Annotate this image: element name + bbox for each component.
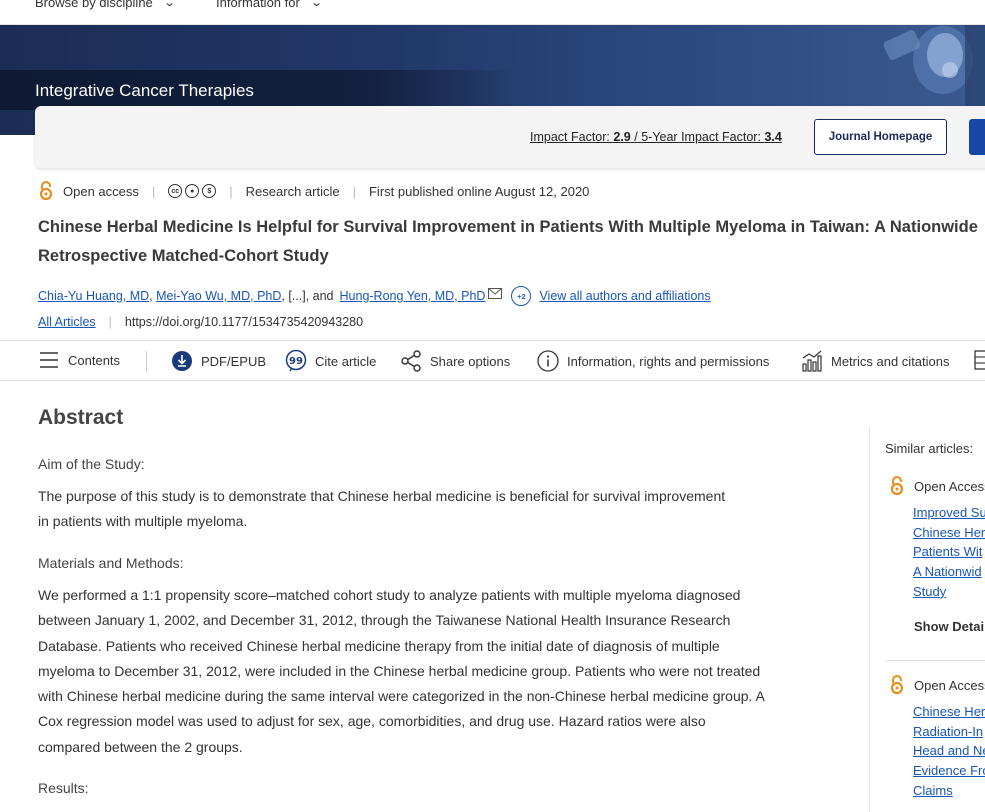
authors-ellipsis: , [...], and: [281, 289, 334, 303]
contents-label: Contents: [68, 352, 121, 368]
methods-text: We performed a 1:1 propensity score–matc…: [38, 587, 765, 755]
similar-article-open-access: Open Access: [889, 675, 985, 695]
more-toolbar-button[interactable]: [974, 350, 985, 370]
download-icon: [172, 351, 192, 371]
journal-info-card: Impact Factor: 2.9 / 5-Year Impact Facto…: [35, 106, 985, 168]
article-meta: Open access | cc ● $ | Research article …: [38, 180, 589, 202]
all-articles-link[interactable]: All Articles: [38, 315, 96, 329]
open-access-icon: [39, 181, 53, 201]
article-type: Research article: [245, 183, 340, 199]
mail-icon[interactable]: [488, 288, 503, 300]
similar-article-title-line: Evidence Fro: [913, 763, 985, 779]
pdf-epub-button[interactable]: PDF/EPUB: [171, 350, 266, 372]
aim-heading: Aim of the Study:: [38, 456, 145, 472]
chevron-down-icon: ⌄: [309, 0, 323, 9]
similar-article-open-access: Open Access: [889, 476, 985, 496]
similar-article-title-line: Head and Ne: [913, 743, 985, 759]
impact-factor-label: Impact Factor:: [530, 130, 610, 144]
impact-divider: /: [634, 130, 638, 144]
similar-article-title-line: Chinese Her: [913, 524, 985, 540]
toolbar-divider: [146, 351, 147, 372]
metrics-citations-label: Metrics and citations: [831, 353, 950, 369]
show-details-button[interactable]: Show Detail: [914, 619, 985, 634]
open-access-label: Open Access: [914, 478, 985, 494]
doi-link[interactable]: https://doi.org/10.1177/1534735420943280: [125, 315, 363, 329]
similar-article-title-line: Study: [913, 583, 947, 599]
more-authors-badge[interactable]: +2: [511, 286, 532, 306]
submit-paper-button[interactable]: [969, 119, 985, 155]
author-separator: ,: [149, 289, 157, 303]
chevron-down-icon: ⌄: [162, 0, 176, 9]
methods-heading: Materials and Methods:: [38, 555, 184, 571]
top-navigation: Browse by discipline ⌄ Information for ⌄: [0, 0, 985, 25]
author-link[interactable]: Chia-Yu Huang, MD: [38, 289, 149, 303]
information-rights-button[interactable]: Information, rights and permissions: [537, 350, 769, 372]
by-icon: ●: [185, 184, 200, 198]
sidebar-divider: [869, 427, 870, 812]
open-access-icon: [890, 675, 904, 695]
similar-article-title-line: Claims: [913, 782, 953, 798]
sidebar-separator: [885, 660, 985, 661]
impact-factor-value: 2.9: [613, 130, 631, 144]
journal-homepage-button[interactable]: Journal Homepage: [814, 119, 947, 155]
article-title: Chinese Herbal Medicine Is Helpful for S…: [38, 218, 978, 265]
bar-chart-icon: [802, 350, 822, 372]
cite-article-button[interactable]: 99 Cite article: [285, 350, 376, 372]
information-for-menu[interactable]: Information for ⌄: [216, 0, 323, 10]
author-link[interactable]: Mei-Yao Wu, MD, PhD: [156, 289, 281, 303]
cc-icon: cc: [168, 184, 183, 198]
share-icon: [401, 350, 421, 372]
similar-article-link[interactable]: Chinese Her Radiation-In Head and Ne Evi…: [913, 702, 985, 801]
aim-text: The purpose of this study is to demonstr…: [38, 488, 726, 530]
table-icon: [974, 350, 985, 370]
similar-article-title-line: A Nationwid: [913, 564, 982, 580]
divider: |: [151, 183, 156, 199]
creative-commons-icons[interactable]: cc ● $: [168, 184, 217, 198]
five-year-impact-value: 3.4: [764, 130, 782, 144]
quote-icon: 99: [285, 350, 307, 372]
similar-article-title-line: Patients Wit: [913, 544, 983, 560]
doi-line: All Articles | https://doi.org/10.1177/1…: [38, 315, 363, 329]
cite-article-label: Cite article: [315, 353, 377, 369]
divider: |: [108, 315, 112, 329]
journal-title[interactable]: Integrative Cancer Therapies: [35, 81, 254, 101]
divider: |: [229, 183, 233, 199]
results-heading: Results:: [38, 780, 89, 796]
similar-articles-heading: Similar articles:: [885, 441, 974, 456]
published-date: First published online August 12, 2020: [368, 183, 590, 199]
author-link[interactable]: Hung-Rong Yen, MD, PhD: [340, 289, 486, 303]
similar-article-title-line: Radiation-In: [913, 723, 984, 739]
browse-by-discipline-label: Browse by discipline: [35, 0, 153, 10]
metrics-citations-button[interactable]: Metrics and citations: [801, 350, 950, 372]
open-access-label: Open access: [63, 183, 139, 199]
open-access-icon: [890, 476, 904, 496]
svg-text:99: 99: [289, 356, 303, 367]
share-options-label: Share options: [430, 353, 511, 369]
similar-article-link[interactable]: Improved Su Chinese Her Patients Wit A N…: [913, 503, 985, 602]
information-rights-label: Information, rights and permissions: [567, 353, 770, 369]
similar-article-title-line: Chinese Her: [913, 704, 985, 719]
pdf-epub-label: PDF/EPUB: [201, 353, 267, 369]
browse-by-discipline-menu[interactable]: Browse by discipline ⌄: [35, 0, 176, 10]
information-for-label: Information for: [216, 0, 300, 10]
article-toolbar: Contents PDF/EPUB 99 Cite article Share …: [0, 340, 985, 381]
divider: |: [352, 183, 356, 199]
contents-button[interactable]: Contents: [38, 350, 120, 370]
share-options-button[interactable]: Share options: [400, 350, 510, 372]
abstract-heading: Abstract: [38, 406, 124, 429]
view-all-authors-link[interactable]: View all authors and affiliations: [539, 289, 710, 303]
open-access-label: Open Access: [914, 677, 985, 693]
info-icon: [537, 350, 559, 372]
author-list: Chia-Yu Huang, MD , Mei-Yao Wu, MD, PhD …: [38, 286, 711, 306]
nc-icon: $: [202, 184, 217, 198]
similar-article-title-line: Improved Su: [913, 505, 985, 520]
list-icon: [40, 352, 58, 368]
five-year-impact-label: 5-Year Impact Factor:: [641, 130, 761, 144]
impact-factor-link[interactable]: Impact Factor: 2.9 / 5-Year Impact Facto…: [530, 130, 782, 144]
